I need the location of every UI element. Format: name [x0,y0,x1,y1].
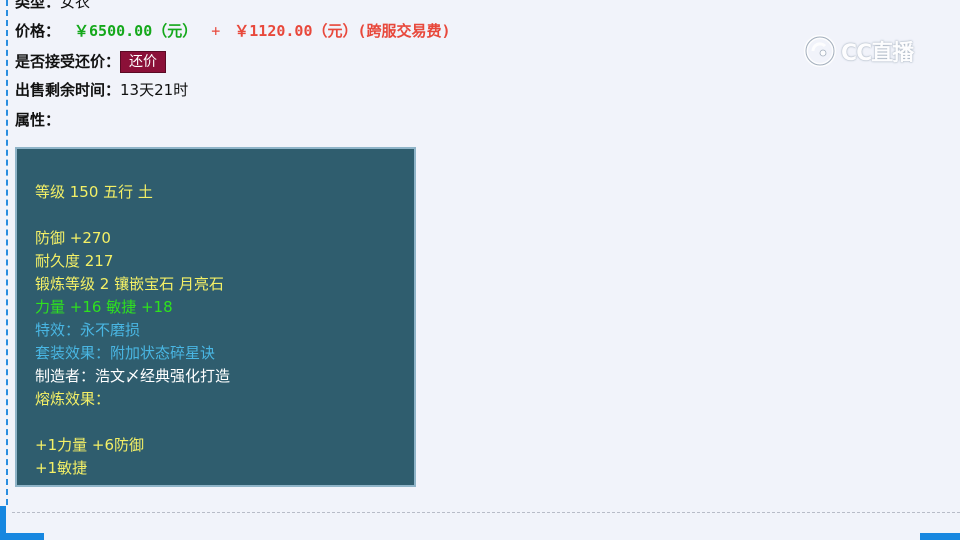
type-value: 女衣 [60,0,91,11]
type-row: 类型：女衣 [15,0,90,11]
attr-line: 熔炼效果： [35,390,111,408]
price-plus-sign: + [211,22,221,40]
remaining-time-label: 出售剩余时间： [15,81,121,99]
cc-logo-icon [803,34,837,68]
counter-offer-label: 是否接受还价： [15,52,121,71]
attr-line [35,204,398,227]
attr-line: 制造者：浩文〆经典强化打造 [35,367,231,385]
attr-line: 特效：永不磨损 [35,321,141,339]
price-fee-value: ￥1120.00（元）(跨服交易费) [234,22,451,40]
remaining-time-value: 13天21时 [120,81,189,99]
attr-line: +1力量 +6防御 [35,436,144,454]
remaining-time-row: 出售剩余时间：13天21时 [15,81,188,99]
bottom-dotted-divider [12,512,960,513]
type-label: 类型： [15,0,61,11]
frame-corner-right-bottom [920,533,960,540]
price-row: 价格： ￥6500.00（元） + ￥1120.00（元）(跨服交易费) [15,22,451,40]
attributes-panel: 等级 150 五行 土 防御 +270 耐久度 217 锻炼等级 2 镶嵌宝石 … [15,147,416,487]
attr-line [35,411,398,434]
attr-line: +1敏捷 [35,459,88,477]
counter-offer-button[interactable]: 还价 [120,51,167,73]
cc-watermark: CC直播 [803,34,914,68]
attr-line: 耐久度 217 [35,252,114,270]
attr-line: 力量 +16 敏捷 +18 [35,298,173,316]
left-dashed-border [6,0,8,505]
attr-line: 等级 150 五行 土 [35,183,153,201]
attr-line: 套装效果：附加状态碎星诀 [35,344,216,362]
cc-watermark-text: CC直播 [841,41,914,66]
attributes-row: 属性： [15,111,60,129]
counter-offer-row: 是否接受还价： 还价 [15,51,167,73]
attr-line: 防御 +270 [35,229,111,247]
frame-corner-left-bottom [0,533,44,540]
price-label: 价格： [15,22,61,40]
attributes-label: 属性： [15,111,61,129]
attr-line: 锻炼等级 2 镶嵌宝石 月亮石 [35,275,224,293]
price-main-value: ￥6500.00（元） [74,22,198,40]
